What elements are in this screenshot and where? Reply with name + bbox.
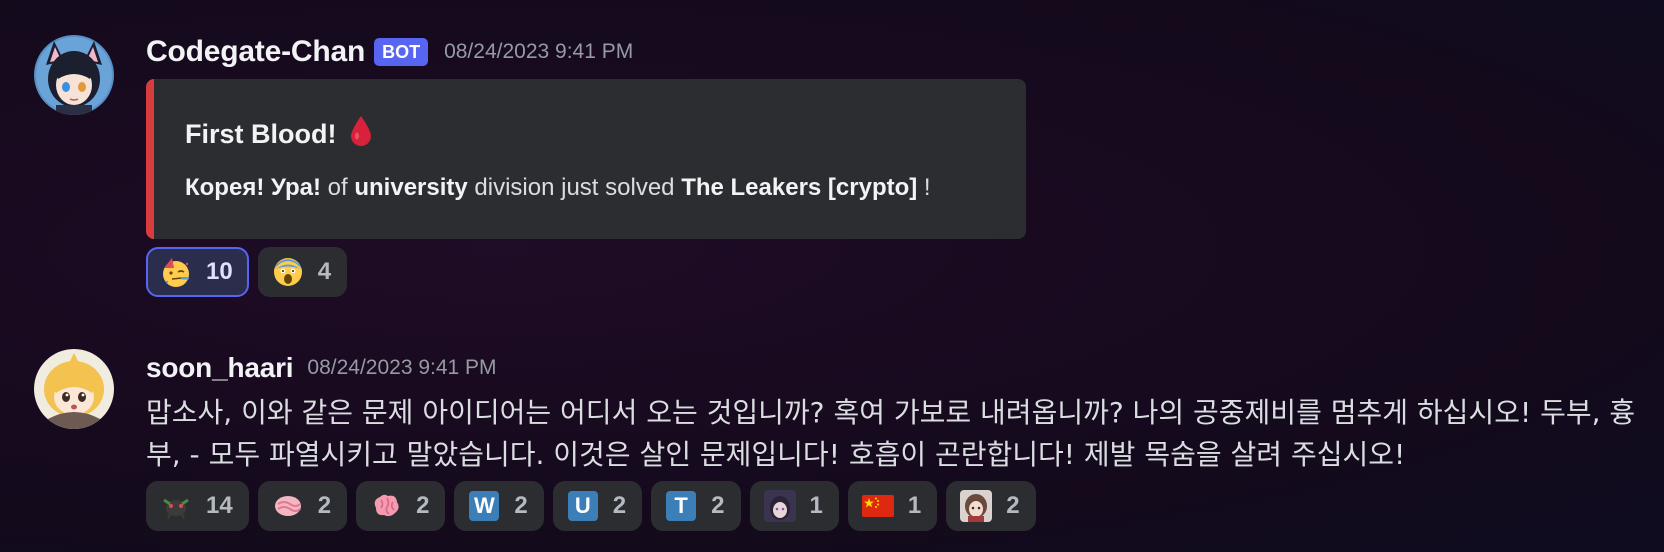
brain-icon xyxy=(370,490,402,522)
message-header: Codegate-Chan BOT 08/24/2023 9:41 PM xyxy=(146,35,633,69)
desc-of: of xyxy=(321,174,355,201)
reaction-custom-avatar[interactable]: 1 xyxy=(749,481,839,531)
reaction-count: 10 xyxy=(206,258,233,285)
reaction-count: 2 xyxy=(317,492,332,519)
reaction-custom-avatar-2[interactable]: 2 xyxy=(946,481,1036,531)
letter-u-label: U xyxy=(567,491,598,521)
reaction-count: 2 xyxy=(416,492,430,519)
bot-tag: BOT xyxy=(374,38,429,66)
timestamp[interactable]: 08/24/2023 9:41 PM xyxy=(307,356,496,380)
custom-avatar-2-icon xyxy=(960,490,993,522)
reaction-count: 1 xyxy=(907,492,922,519)
username[interactable]: Codegate-Chan xyxy=(146,35,365,69)
embed: First Blood! Корея! Ура! of university d… xyxy=(146,79,1026,239)
reaction-count: 1 xyxy=(809,492,823,519)
reaction-count: 4 xyxy=(317,258,332,285)
china-flag-icon xyxy=(861,490,894,522)
letter-t-icon: T xyxy=(665,490,697,522)
desc-mid: division just solved xyxy=(467,174,682,201)
reaction-custom-pink[interactable]: 2 xyxy=(257,481,348,531)
embed-title: First Blood! xyxy=(185,115,372,154)
challenge-name: The Leakers [crypto] xyxy=(681,174,918,201)
team-name: Корея! Ура! xyxy=(185,174,321,201)
reaction-custom-creature[interactable]: 14 xyxy=(146,481,249,531)
division-name: university xyxy=(354,174,468,201)
anime-girl-avatar-icon xyxy=(34,35,114,115)
username[interactable]: soon_haari xyxy=(146,352,294,384)
reactions-bar: 10 4 xyxy=(146,247,348,297)
reaction-letter-t[interactable]: T 2 xyxy=(651,481,741,531)
letter-w-label: W xyxy=(469,491,500,521)
embed-description: Корея! Ура! of university division just … xyxy=(185,174,931,202)
reaction-count: 2 xyxy=(514,492,528,519)
letter-t-label: T xyxy=(666,491,697,521)
reaction-count: 2 xyxy=(612,492,627,519)
reaction-letter-u[interactable]: U 2 xyxy=(552,481,643,531)
reaction-count: 2 xyxy=(1006,492,1020,519)
custom-avatar-icon xyxy=(763,490,796,522)
reactions-bar: 14 2 2 W 2 U 2 T 2 1 1 2 xyxy=(146,481,1036,531)
custom-creature-icon xyxy=(160,490,192,522)
reaction-count: 14 xyxy=(206,492,233,519)
timestamp[interactable]: 08/24/2023 9:41 PM xyxy=(444,40,633,64)
message-header: soon_haari 08/24/2023 9:41 PM xyxy=(146,352,497,384)
letter-w-icon: W xyxy=(468,490,500,522)
avatar[interactable] xyxy=(34,35,114,115)
reaction-letter-w[interactable]: W 2 xyxy=(454,481,544,531)
desc-end: ! xyxy=(917,174,931,201)
embed-title-text: First Blood! xyxy=(185,119,337,149)
reaction-screaming-face[interactable]: 4 xyxy=(257,247,348,297)
blonde-anime-avatar-icon xyxy=(34,349,114,429)
reaction-china-flag[interactable]: 1 xyxy=(847,481,938,531)
reaction-count: 2 xyxy=(711,492,725,519)
reaction-partying-face[interactable]: 10 xyxy=(146,247,249,297)
avatar[interactable] xyxy=(34,349,114,429)
custom-pink-icon xyxy=(272,490,304,522)
blood-drop-icon xyxy=(350,115,372,154)
partying-face-icon xyxy=(160,256,192,288)
screaming-face-icon xyxy=(272,256,304,288)
letter-u-icon: U xyxy=(567,490,599,522)
reaction-brain[interactable]: 2 xyxy=(356,481,446,531)
message-content: 맙소사, 이와 같은 문제 아이디어는 어디서 오는 것입니까? 혹여 가보로 … xyxy=(146,396,1636,471)
